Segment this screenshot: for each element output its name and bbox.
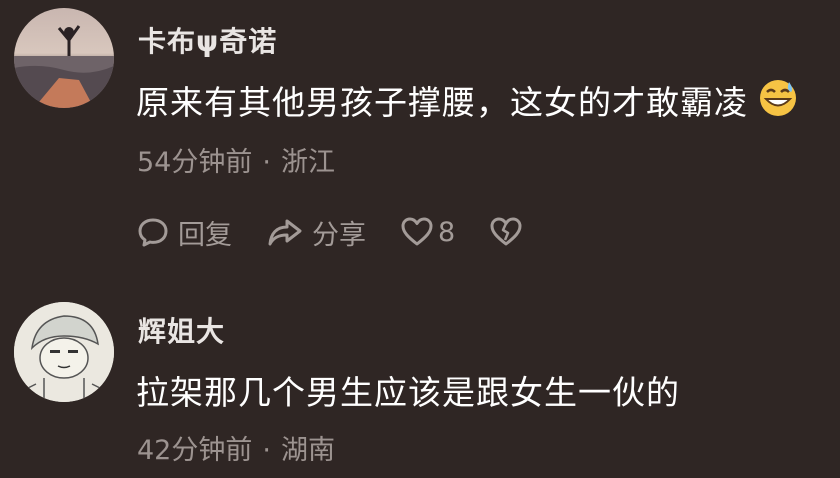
meta-separator: · — [262, 147, 271, 178]
like-count: 8 — [438, 216, 456, 248]
comment-meta: 42分钟前 · 湖南 — [137, 428, 335, 467]
reply-label: 回复 — [178, 219, 232, 251]
like-button[interactable]: 8 — [400, 216, 455, 248]
comment-item: 卡布ψ奇诺 原来有其他男孩子撑腰，这女的才敢霸凌 54分钟前 · 浙江 回复 分享 — [0, 0, 840, 280]
share-label: 分享 — [312, 219, 366, 251]
comment-location: 湖南 — [280, 435, 335, 466]
comment-item: 辉姐大 拉架那几个男生应该是跟女生一伙的 42分钟前 · 湖南 — [0, 280, 840, 478]
comment-text-body: 拉架那几个男生应该是跟女生一伙的 — [136, 373, 680, 412]
comment-username[interactable]: 卡布ψ奇诺 — [138, 20, 277, 60]
comment-text: 原来有其他男孩子撑腰，这女的才敢霸凌 — [136, 76, 798, 126]
comment-actions: 回复 分享 8 — [136, 212, 557, 252]
comment-location: 浙江 — [280, 147, 335, 178]
meta-separator: · — [262, 435, 271, 466]
reply-button[interactable]: 回复 — [136, 213, 232, 252]
avatar-image — [14, 302, 114, 402]
grinning-sweat-emoji — [758, 78, 798, 126]
reply-icon — [138, 218, 168, 247]
comment-username[interactable]: 辉姐大 — [138, 310, 225, 350]
dislike-button[interactable] — [489, 216, 523, 248]
avatar[interactable] — [14, 302, 114, 402]
share-icon — [268, 219, 302, 246]
share-button[interactable]: 分享 — [266, 213, 366, 252]
comment-text: 拉架那几个男生应该是跟女生一伙的 — [136, 366, 680, 414]
avatar-image — [14, 8, 114, 108]
comment-time: 54分钟前 — [137, 147, 253, 178]
comment-meta: 54分钟前 · 浙江 — [137, 140, 335, 179]
broken-heart-icon — [490, 217, 522, 246]
comment-time: 42分钟前 — [137, 435, 253, 466]
avatar[interactable] — [14, 8, 114, 108]
heart-icon — [401, 217, 433, 246]
comment-text-body: 原来有其他男孩子撑腰，这女的才敢霸凌 — [136, 83, 748, 122]
